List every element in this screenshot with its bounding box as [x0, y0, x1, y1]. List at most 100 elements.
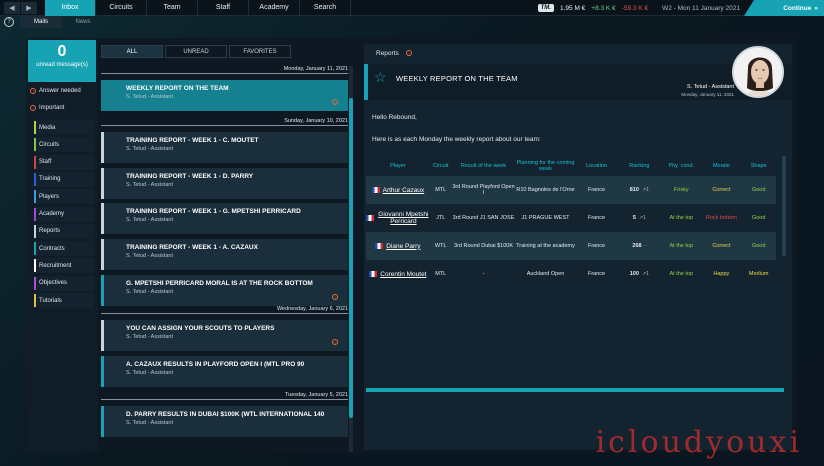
column-header[interactable]: Shape — [741, 163, 776, 169]
table-scrollbar[interactable] — [782, 156, 786, 256]
message-title: WEEKLY REPORT ON THE TEAM — [396, 74, 518, 83]
tab-all[interactable]: ALL — [101, 45, 163, 58]
help-icon[interactable]: ? — [4, 17, 14, 27]
category-training[interactable]: Training — [34, 171, 94, 187]
column-header[interactable]: Result of the week — [452, 163, 516, 169]
category-academy[interactable]: Academy — [34, 206, 94, 222]
ranking-change: ↗1 — [641, 271, 649, 277]
tab-unread[interactable]: UNREAD — [165, 45, 227, 58]
ranking-change: ↗1 — [638, 215, 646, 221]
day-header: Wednesday, January 6, 2021 — [101, 306, 348, 314]
alert-icon: ! — [30, 88, 36, 94]
list-item[interactable]: TRAINING REPORT - WEEK 1 - D. PARRY S. Te… — [101, 168, 348, 199]
menu-inbox[interactable]: Inbox — [45, 0, 96, 16]
list-item[interactable]: WEEKLY REPORT ON THE TEAM S. Tetud - Assi… — [101, 80, 348, 111]
history-nav: ◀ ▶ — [4, 1, 37, 14]
list-item[interactable]: D. PARRY RESULTS IN DUBAI $100K (WTL INT… — [101, 406, 348, 437]
location-cell: France — [587, 243, 606, 249]
watermark: icloudyouxi — [595, 425, 802, 460]
sender-date: Monday, January 11, 2021 — [681, 92, 734, 97]
category-contracts[interactable]: Contracts — [34, 241, 94, 257]
column-header[interactable]: Morale — [701, 163, 741, 169]
column-header[interactable]: Circuit — [430, 163, 452, 169]
star-icon[interactable]: ☆ — [374, 69, 387, 86]
france-flag-icon — [375, 243, 384, 249]
list-item[interactable]: YOU CAN ASSIGN YOUR SCOUTS TO PLAYERS S. … — [101, 320, 348, 351]
chevron-double-right-icon: » — [814, 4, 818, 12]
player-link[interactable]: Arthur Cazaux — [366, 187, 430, 194]
continue-button[interactable]: Continue » — [744, 0, 824, 16]
tab-favorites[interactable]: FAVORITES — [229, 45, 291, 58]
player-cell: Diane Parry — [366, 243, 430, 250]
menu-academy[interactable]: Academy — [249, 0, 300, 16]
tab-mails[interactable]: Mails — [20, 16, 62, 28]
filter-label: Important — [39, 105, 65, 111]
list-item[interactable]: A. CAZAUX RESULTS IN PLAYFORD OPEN I (MT… — [101, 356, 348, 387]
menu-search[interactable]: Search — [300, 0, 351, 16]
location-cell: France — [587, 271, 606, 277]
message-sender: S. Tetud - Assistant — [126, 334, 173, 340]
intro-text: Here is as each Monday the weekly report… — [372, 136, 541, 143]
ranking-value: 810 — [629, 187, 639, 193]
phy-cell: Frisky — [673, 187, 689, 193]
ranking-cell: 810 ↗1 — [617, 187, 661, 193]
info-icon: ! — [406, 50, 412, 56]
menu-circuits[interactable]: Circuits — [96, 0, 147, 16]
chevron-left-icon[interactable]: ◀ — [4, 1, 20, 14]
day-header: Monday, January 11, 2021 — [101, 66, 348, 74]
phy-cell: At the top — [669, 215, 694, 221]
list-scrollbar[interactable] — [349, 98, 353, 418]
category-objectives[interactable]: Objectives — [34, 275, 94, 291]
category-staff[interactable]: Staff — [34, 154, 94, 170]
main-menu: Inbox Circuits Team Staff Academy Search — [45, 0, 351, 16]
message-subject: A. CAZAUX RESULTS IN PLAYFORD OPEN I (MT… — [126, 361, 305, 368]
column-header[interactable]: Location — [576, 163, 618, 169]
ranking-cell: 5 ↗1 — [617, 215, 661, 221]
morale-cell: Rock bottom — [705, 215, 737, 221]
morale-cell: Correct — [712, 187, 731, 193]
player-name: Corentin Moutet — [380, 270, 427, 278]
filter-important[interactable]: ! Important — [30, 105, 64, 111]
column-header[interactable]: Phy. cond. — [661, 163, 701, 169]
unread-counter: 0 unread message(s) — [28, 40, 96, 82]
table-header: Player Circuit Result of the week Planning … — [366, 156, 776, 176]
category-circuits[interactable]: Circuits — [34, 137, 94, 153]
message-subject: WEEKLY REPORT ON THE TEAM — [126, 85, 229, 92]
list-item[interactable]: TRAINING REPORT - WEEK 1 - A. CAZAUX S. T… — [101, 239, 348, 270]
filter-answer-needed[interactable]: ! Answer needed — [30, 88, 81, 94]
table-row: Arthur Cazaux MTL 3rd Round Playford Open … — [366, 176, 776, 204]
table-row: Corentin Moutet MTL - Auckland Open France 10… — [366, 260, 776, 288]
player-link[interactable]: Corentin Moutet — [366, 271, 430, 278]
tab-news[interactable]: News — [62, 16, 104, 28]
france-flag-icon — [366, 215, 374, 221]
player-name: Diane Parry — [386, 242, 421, 250]
shape-cell: Good — [751, 187, 766, 193]
menu-staff[interactable]: Staff — [198, 0, 249, 16]
list-item[interactable]: TRAINING REPORT - WEEK 1 - C. MOUTET S. T… — [101, 132, 348, 163]
planning-cell: Auckland Open — [526, 271, 565, 277]
category-reports[interactable]: Reports — [34, 223, 94, 239]
message-sender: S. Tetud - Assistant — [126, 370, 173, 376]
column-header[interactable]: Planning for the coming week — [515, 160, 575, 172]
phy-cell: At the top — [669, 243, 694, 249]
report-table: Player Circuit Result of the week Planning … — [366, 156, 776, 288]
category-players[interactable]: Players — [34, 189, 94, 205]
column-header[interactable]: Player — [366, 163, 430, 169]
menu-team[interactable]: Team — [147, 0, 198, 16]
result-cell: 3rd Round J1 SAN JOSE — [452, 215, 515, 221]
unread-count: 0 — [57, 43, 67, 60]
player-link[interactable]: Diane Parry — [366, 243, 430, 250]
column-header[interactable]: Ranking — [617, 163, 661, 169]
player-link[interactable]: Giovanni Mpetshi Perricard — [366, 211, 430, 225]
list-item[interactable]: G. MPETSHI PERRICARD MORAL IS AT THE ROC… — [101, 275, 348, 306]
category-tutorials[interactable]: Tutorials — [34, 293, 94, 308]
list-item[interactable]: TRAINING REPORT - WEEK 1 - G. MPETSHI PE… — [101, 203, 348, 234]
player-cell: Corentin Moutet — [366, 271, 430, 278]
alert-icon: ! — [332, 294, 338, 300]
category-media[interactable]: Media — [34, 120, 94, 135]
category-recruitment[interactable]: Recruitment — [34, 258, 94, 274]
alert-icon: ! — [332, 99, 338, 105]
player-name: Giovanni Mpetshi Perricard — [378, 211, 429, 225]
france-flag-icon — [371, 187, 380, 193]
chevron-right-icon[interactable]: ▶ — [21, 1, 37, 14]
